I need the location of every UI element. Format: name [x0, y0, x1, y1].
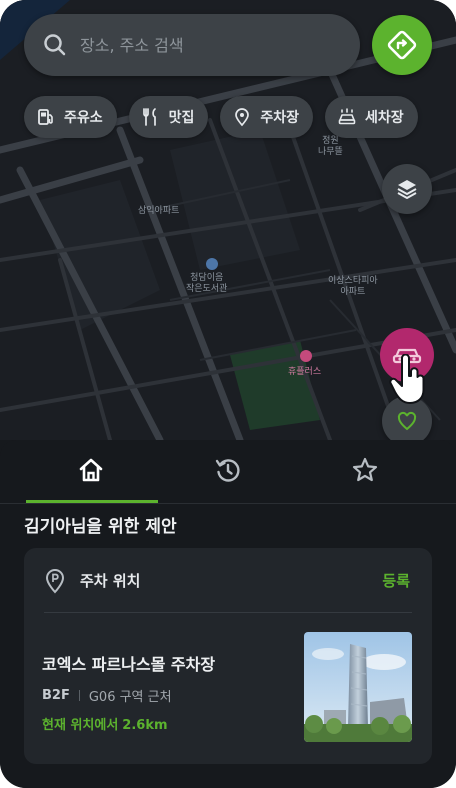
chip-gas-station[interactable]: 주유소 [24, 96, 117, 138]
layers-icon [397, 180, 417, 199]
directions-icon [387, 30, 417, 60]
category-chips: 주유소 맛집 주차장 세차장 [24, 96, 418, 138]
tap-hand-icon [389, 354, 425, 404]
distance-value: 2.6km [122, 718, 168, 733]
fork-knife-icon [142, 108, 156, 126]
poi-label: 삼익아파트 [138, 206, 180, 216]
floor-label: B2F [42, 688, 70, 703]
place-thumbnail [304, 632, 412, 742]
register-button[interactable]: 등록 [382, 570, 410, 591]
poi-label: 청담이음 작은도서관 [186, 273, 228, 294]
tab-recent[interactable] [203, 450, 253, 490]
tabs-divider [0, 503, 456, 504]
gas-station-icon [38, 109, 53, 125]
tab-home[interactable] [66, 450, 116, 490]
section-title: 김기아님을 위한 제안 [24, 517, 177, 537]
bottom-sheet: 김기아님을 위한 제안 주차 위치 등록 코엑스 파르나스몰 주차장 B2F G… [0, 440, 456, 788]
chip-label: 세차장 [365, 110, 404, 126]
map-view[interactable]: 정원 나무뜰 삼익아파트 청담이음 작은도서관 이상스타피아 아파트 휴플러스 [0, 0, 456, 440]
chip-car-wash[interactable]: 세차장 [325, 96, 418, 138]
zone-label: G06 구역 근처 [88, 690, 172, 705]
parking-pin-icon [45, 569, 65, 594]
search-input[interactable] [78, 34, 342, 56]
parking-suggestion-card[interactable]: 주차 위치 등록 코엑스 파르나스몰 주차장 B2F G06 구역 근처 현재 … [24, 548, 432, 764]
location-pin-icon [235, 108, 250, 127]
place-name: 코엑스 파르나스몰 주차장 [42, 655, 216, 674]
poi-label: 휴플러스 [288, 367, 322, 377]
star-icon [352, 457, 378, 482]
card-header-label: 주차 위치 [80, 572, 141, 590]
car-wash-icon [338, 108, 356, 125]
sheet-tabs [0, 450, 456, 504]
active-tab-indicator [26, 500, 158, 503]
chip-restaurant[interactable]: 맛집 [128, 96, 209, 138]
phone-screen: 정원 나무뜰 삼익아파트 청담이음 작은도서관 이상스타피아 아파트 휴플러스 [0, 0, 456, 788]
layers-button[interactable] [382, 164, 432, 214]
tab-favorites[interactable] [340, 450, 390, 490]
search-bar[interactable] [24, 14, 360, 76]
card-header: 주차 위치 등록 [24, 548, 432, 612]
distance-prefix: 현재 위치에서 [42, 718, 119, 733]
poi-label: 이상스타피아 아파트 [328, 276, 378, 297]
home-icon [79, 458, 103, 482]
chip-label: 주유소 [64, 110, 103, 126]
search-icon [44, 34, 66, 56]
card-divider [44, 612, 412, 613]
poi-label: 정원 나무뜰 [318, 136, 343, 157]
heart-pin-icon [397, 411, 417, 431]
place-meta: B2F G06 구역 근처 [42, 686, 172, 705]
history-icon [215, 459, 240, 482]
route-button[interactable] [372, 15, 432, 75]
chip-label: 주차장 [260, 110, 300, 126]
chip-parking[interactable]: 주차장 [220, 96, 314, 138]
chip-label: 맛집 [168, 110, 195, 126]
meta-separator [78, 690, 80, 701]
distance-info: 현재 위치에서 2.6km [42, 714, 168, 733]
